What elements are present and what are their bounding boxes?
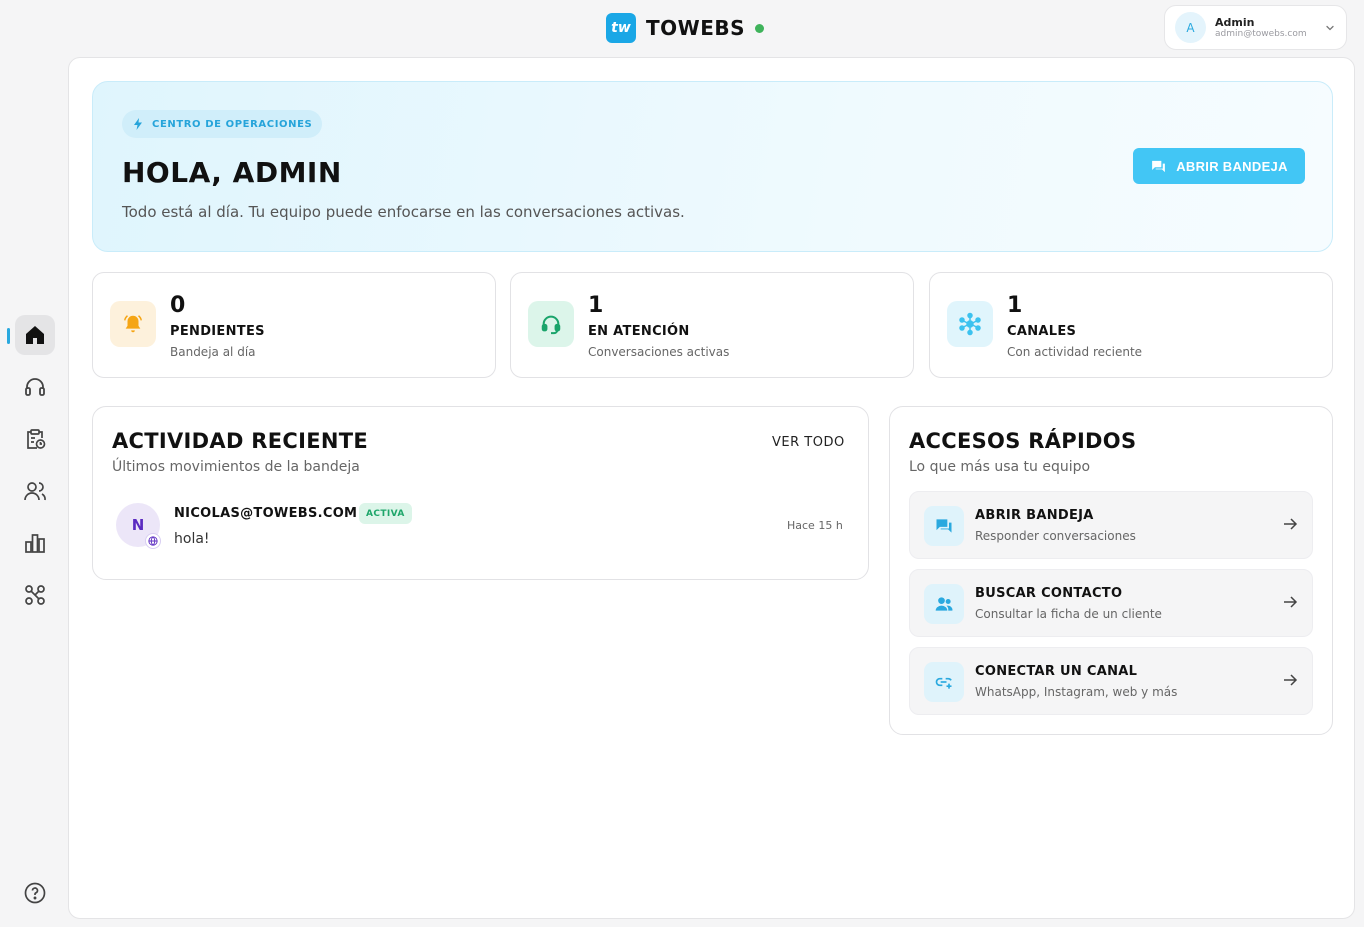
sidebar-item-tasks[interactable] bbox=[15, 419, 55, 459]
main-content: CENTRO DE OPERACIONES HOLA, ADMIN Todo e… bbox=[68, 57, 1355, 919]
stat-card-attending: 1 EN ATENCIÓN Conversaciones activas bbox=[510, 272, 914, 378]
hub-icon bbox=[959, 312, 981, 336]
link-plus-icon bbox=[935, 677, 952, 689]
quick-item-label: ABRIR BANDEJA bbox=[975, 508, 1094, 523]
sidebar-item-home[interactable] bbox=[15, 315, 55, 355]
message-preview: hola! bbox=[174, 531, 210, 547]
stat-label: CANALES bbox=[1007, 324, 1077, 339]
view-all-link[interactable]: VER TODO bbox=[772, 435, 845, 450]
stat-icon-box bbox=[110, 301, 156, 347]
operations-chip: CENTRO DE OPERACIONES bbox=[122, 110, 323, 138]
page-subtitle: Todo está al día. Tu equipo puede enfoca… bbox=[122, 203, 685, 221]
hero-banner: CENTRO DE OPERACIONES HOLA, ADMIN Todo e… bbox=[92, 81, 1333, 252]
sidebar bbox=[0, 56, 68, 927]
network-icon bbox=[25, 585, 45, 605]
headset-icon bbox=[25, 378, 45, 396]
user-avatar: A bbox=[1175, 12, 1206, 43]
quick-item-desc: Responder conversaciones bbox=[975, 529, 1136, 543]
headset-icon bbox=[541, 315, 561, 335]
quick-icon-box bbox=[924, 506, 964, 546]
contact-name: NICOLAS@TOWEBS.COM bbox=[174, 506, 358, 521]
stat-card-channels: 1 CANALES Con actividad reciente bbox=[929, 272, 1333, 378]
online-status-dot bbox=[755, 23, 765, 33]
quick-item-label: BUSCAR CONTACTO bbox=[975, 586, 1123, 601]
sidebar-item-contacts[interactable] bbox=[15, 471, 55, 511]
chevron-down-icon bbox=[1326, 25, 1334, 30]
status-badge: ACTIVA bbox=[359, 503, 412, 524]
user-menu[interactable]: A Admin admin@towebs.com bbox=[1164, 5, 1347, 50]
stat-card-pending: 0 PENDIENTES Bandeja al día bbox=[92, 272, 496, 378]
recent-activity-subtitle: Últimos movimientos de la bandeja bbox=[112, 459, 360, 475]
globe-icon bbox=[148, 536, 158, 546]
web-channel-badge bbox=[145, 533, 161, 549]
clipboard-clock-icon bbox=[27, 429, 46, 449]
stat-description: Bandeja al día bbox=[170, 345, 256, 359]
stat-label: EN ATENCIÓN bbox=[588, 324, 690, 339]
arrow-right-icon bbox=[1284, 674, 1298, 686]
quick-access-title: ACCESOS RÁPIDOS bbox=[909, 429, 1137, 453]
quick-access-panel: ACCESOS RÁPIDOS Lo que más usa tu equipo… bbox=[889, 406, 1333, 735]
user-name: Admin bbox=[1215, 16, 1255, 29]
stat-description: Conversaciones activas bbox=[588, 345, 730, 359]
sidebar-item-conversations[interactable] bbox=[15, 367, 55, 407]
help-icon bbox=[24, 882, 46, 904]
contacts-icon bbox=[935, 597, 953, 611]
bell-icon bbox=[124, 315, 142, 333]
user-email: admin@towebs.com bbox=[1215, 29, 1307, 39]
quick-item-open-inbox[interactable]: ABRIR BANDEJA Responder conversaciones bbox=[909, 491, 1313, 559]
chat-icon bbox=[1152, 160, 1166, 172]
quick-access-subtitle: Lo que más usa tu equipo bbox=[909, 459, 1091, 475]
users-icon bbox=[24, 482, 46, 501]
quick-item-search-contact[interactable]: BUSCAR CONTACTO Consultar la ficha de un… bbox=[909, 569, 1313, 637]
arrow-right-icon bbox=[1284, 518, 1298, 530]
stat-value: 0 bbox=[170, 293, 186, 318]
quick-item-connect-channel[interactable]: CONECTAR UN CANAL WhatsApp, Instagram, w… bbox=[909, 647, 1313, 715]
page-title: HOLA, ADMIN bbox=[122, 156, 342, 189]
home-icon bbox=[26, 326, 44, 344]
recent-activity-panel: ACTIVIDAD RECIENTE Últimos movimientos d… bbox=[92, 406, 869, 580]
sidebar-item-reports[interactable] bbox=[15, 523, 55, 563]
lightning-icon bbox=[134, 118, 142, 130]
stat-description: Con actividad reciente bbox=[1007, 345, 1143, 359]
arrow-right-icon bbox=[1284, 596, 1298, 608]
sidebar-item-help[interactable] bbox=[15, 873, 55, 913]
stat-value: 1 bbox=[1007, 293, 1023, 318]
open-inbox-button[interactable]: ABRIR BANDEJA bbox=[1133, 148, 1305, 184]
stat-icon-box bbox=[528, 301, 574, 347]
sidebar-active-indicator bbox=[7, 328, 10, 344]
top-bar: tw TOWEBS A Admin admin@towebs.com bbox=[0, 0, 1364, 56]
brand-logo: tw bbox=[606, 13, 636, 43]
quick-icon-box bbox=[924, 662, 964, 702]
quick-icon-box bbox=[924, 584, 964, 624]
stat-value: 1 bbox=[588, 293, 604, 318]
brand[interactable]: tw TOWEBS bbox=[606, 13, 765, 43]
timestamp: Hace 15 h bbox=[787, 519, 843, 532]
chat-icon bbox=[936, 519, 952, 533]
stat-label: PENDIENTES bbox=[170, 324, 265, 339]
sidebar-item-channels[interactable] bbox=[15, 575, 55, 615]
brand-name: TOWEBS bbox=[646, 16, 746, 40]
bar-chart-icon bbox=[25, 534, 45, 553]
recent-activity-title: ACTIVIDAD RECIENTE bbox=[112, 429, 369, 453]
quick-item-desc: WhatsApp, Instagram, web y más bbox=[975, 685, 1178, 699]
quick-item-desc: Consultar la ficha de un cliente bbox=[975, 607, 1162, 621]
open-inbox-button-label: ABRIR BANDEJA bbox=[1176, 158, 1288, 174]
stat-icon-box bbox=[947, 301, 993, 347]
operations-chip-label: CENTRO DE OPERACIONES bbox=[152, 118, 313, 130]
quick-item-label: CONECTAR UN CANAL bbox=[975, 664, 1138, 679]
